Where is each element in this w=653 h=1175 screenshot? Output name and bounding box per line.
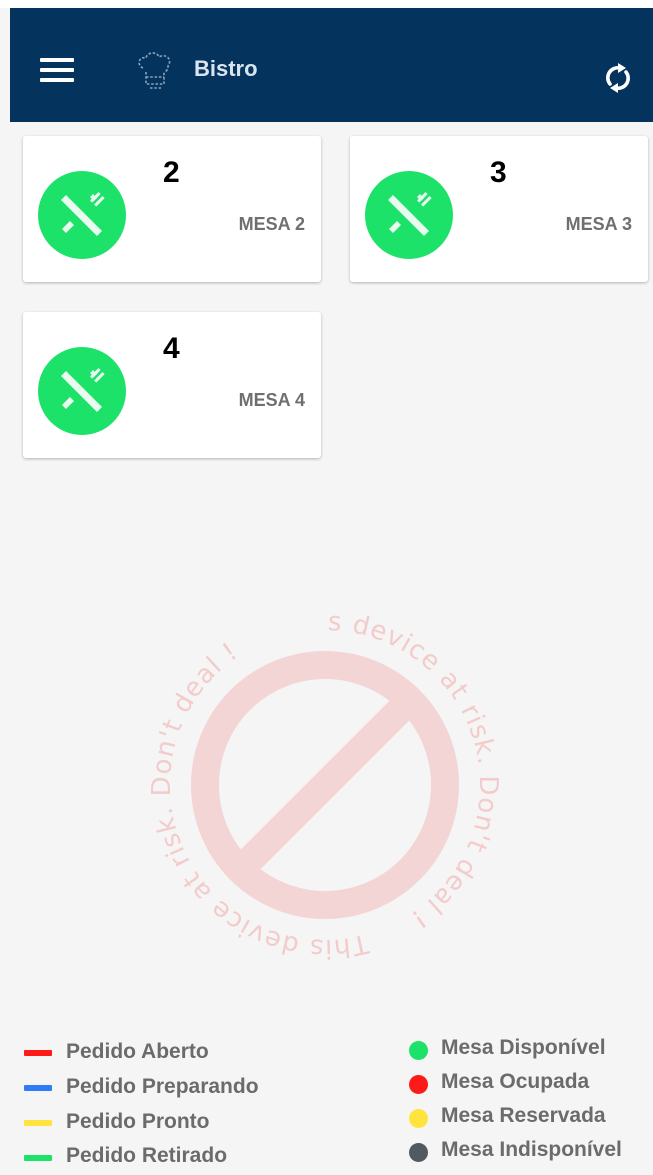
table-name: MESA 2 [238,214,305,234]
table-name: MESA 3 [565,214,632,234]
legend-dot-swatch [409,1109,428,1128]
watermark-text-repeat: This device at risk. Don't deal ! [147,637,371,963]
legend-label: Mesa Reservada [441,1104,606,1127]
legend-label: Mesa Disponível [441,1036,606,1059]
legend-dot-swatch [409,1143,428,1162]
legend-bar-swatch [24,1050,52,1056]
refresh-icon[interactable] [600,60,636,96]
chef-hat-logo [138,52,171,89]
legend-bar-swatch [24,1085,52,1091]
app-title: Bistro [194,56,258,81]
legend-bar-swatch [24,1155,52,1161]
table-name: MESA 4 [238,390,305,410]
table-number: 4 [163,332,180,365]
svg-text:This device at risk. Don't dea: This device at risk. Don't deal ! [147,637,372,963]
legend-label: Mesa Indisponível [441,1138,622,1161]
status-bar-gap [0,0,653,8]
app-screen: Bistro 2 MESA 2 3 MESA 3 4 MESA 4 s devi… [0,0,653,1175]
legend-label: Mesa Ocupada [441,1070,590,1093]
legend-label: Pedido Preparando [66,1075,259,1098]
app-bar: Bistro [10,8,653,122]
table-card-mesa-2[interactable]: 2 MESA 2 [23,136,321,282]
fork-knife-icon [61,192,105,236]
legend-label: Pedido Pronto [66,1110,210,1133]
fork-knife-icon [61,368,105,412]
table-card-mesa-3[interactable]: 3 MESA 3 [350,136,648,282]
fork-knife-icon [388,192,432,236]
table-status-circle [38,171,126,259]
watermark-text: This device at risk. Don't deal ! [140,600,502,934]
legend-label: Pedido Retirado [66,1144,228,1167]
legend-label: Pedido Aberto [66,1040,209,1063]
prohibited-circle-icon [191,651,459,919]
table-number: 2 [163,156,180,189]
prohibited-slash [230,690,420,880]
svg-text:This device at risk. Don't dea: This device at risk. Don't deal ! [140,600,503,934]
table-status-circle [38,347,126,435]
risk-watermark: This device at risk. Don't deal ! This d… [140,600,503,963]
table-number: 3 [490,156,507,189]
legend-dot-swatch [409,1075,428,1094]
legend-dot-swatch [409,1041,428,1060]
table-status-circle [365,171,453,259]
legend-bar-swatch [24,1120,52,1126]
table-card-mesa-4[interactable]: 4 MESA 4 [23,312,321,458]
hamburger-menu-icon[interactable] [40,56,76,86]
